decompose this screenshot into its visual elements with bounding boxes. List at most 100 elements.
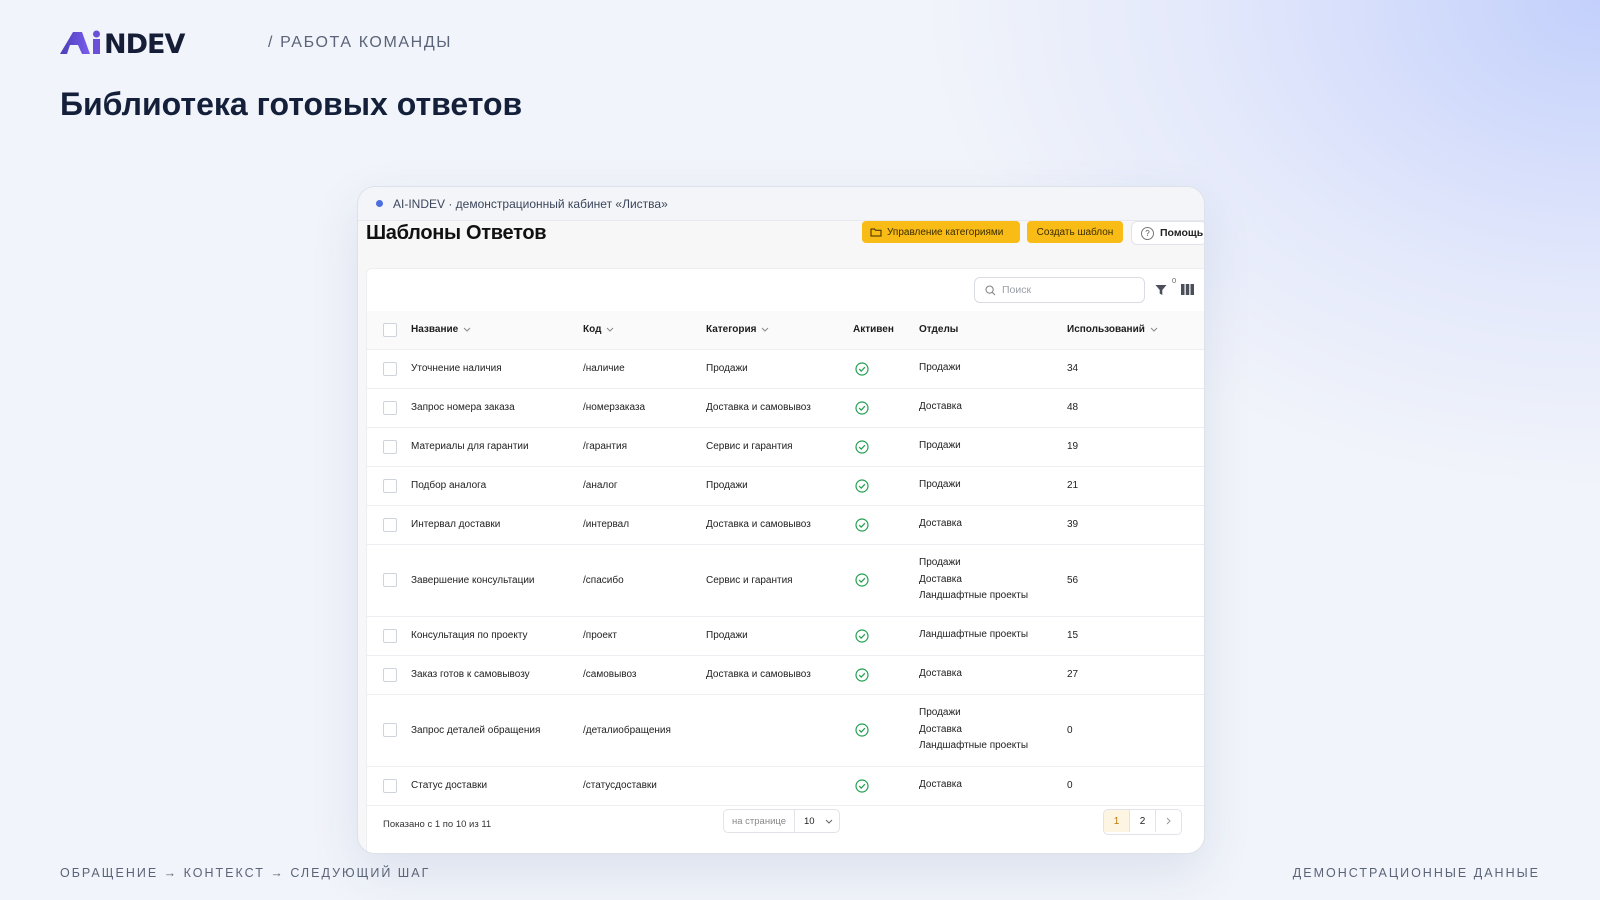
help-label: Помощь: [1160, 227, 1204, 239]
template-name: Статус доставки: [411, 766, 583, 806]
department-label: Доставка: [919, 668, 962, 680]
template-departments: Продажи: [919, 466, 1067, 506]
row-checkbox[interactable]: [383, 778, 397, 793]
sort-chevron-icon: [1150, 327, 1158, 332]
select-all-checkbox[interactable]: [383, 322, 397, 337]
active-check-icon: [855, 361, 869, 376]
columns-icon[interactable]: [1181, 284, 1194, 295]
templates-card: Поиск 0 Название Код Категория Активен О…: [366, 268, 1204, 853]
template-category: Продажи: [706, 466, 853, 506]
next-page-button[interactable]: [1156, 810, 1181, 832]
template-code: /наличие: [583, 349, 706, 389]
template-category: Продажи: [706, 616, 853, 656]
row-checkbox[interactable]: [383, 439, 397, 454]
page-size-value: 10: [804, 815, 815, 827]
template-category: Доставка и самовывоз: [706, 505, 853, 545]
column-header-active: Активен: [853, 311, 919, 350]
row-checkbox[interactable]: [383, 628, 397, 643]
active-check-icon: [855, 667, 869, 682]
page-title: Библиотека готовых ответов: [60, 86, 523, 122]
template-name: Заказ готов к самовывозу: [411, 655, 583, 695]
search-placeholder: Поиск: [1002, 284, 1032, 296]
template-departments: Доставка: [919, 388, 1067, 428]
template-name: Уточнение наличия: [411, 349, 583, 389]
table-row[interactable]: Заказ готов к самовывозу/самовывоз Достав…: [367, 655, 1204, 695]
template-category: Доставка и самовывоз: [706, 388, 853, 428]
template-departments: Продажи Доставка Ландшафтные проекты: [919, 544, 1067, 617]
page-size-select[interactable]: на странице 10: [723, 809, 840, 833]
filter-count-badge: 0: [1172, 276, 1177, 285]
app-title: Шаблоны Ответов: [366, 222, 547, 244]
template-departments: Доставка: [919, 655, 1067, 695]
template-category: [706, 694, 853, 767]
table-row[interactable]: Статус доставки/статусдоставки Доставка 0: [367, 766, 1204, 806]
search-input[interactable]: Поиск: [974, 277, 1145, 303]
template-name: Подбор аналога: [411, 466, 583, 506]
table-row[interactable]: Консультация по проекту/проект Продажи Лан…: [367, 616, 1204, 656]
active-check-icon: [855, 778, 869, 793]
template-name: Интервал доставки: [411, 505, 583, 545]
department-label: Продажи: [919, 557, 961, 569]
table-row[interactable]: Запрос номера заказа/номерзаказа Доставка…: [367, 388, 1204, 428]
template-usages: 0: [1067, 694, 1204, 767]
row-checkbox[interactable]: [383, 517, 397, 532]
folder-icon: [870, 228, 882, 237]
department-label: Ландшафтные проекты: [919, 629, 1029, 641]
template-name: Завершение консультации: [411, 544, 583, 617]
create-template-button[interactable]: Создать шаблон: [1027, 221, 1123, 243]
template-departments: Доставка: [919, 505, 1067, 545]
column-header-category[interactable]: Категория: [706, 311, 853, 350]
manage-categories-label: Управление категориями: [887, 226, 1004, 238]
page-button-1[interactable]: 1: [1104, 810, 1130, 832]
table-row[interactable]: Подбор аналога/аналог Продажи Продажи 21: [367, 466, 1204, 506]
template-departments: Продажи Доставка Ландшафтные проекты: [919, 694, 1067, 767]
footer-flow: ОБРАЩЕНИЕ → КОНТЕКСТ → СЛЕДУЮЩИЙ ШАГ: [60, 866, 431, 880]
active-check-icon: [855, 478, 869, 493]
page-button-2[interactable]: 2: [1130, 810, 1156, 832]
template-name: Консультация по проекту: [411, 616, 583, 656]
table-row[interactable]: Материалы для гарантии/гарантия Сервис и …: [367, 427, 1204, 467]
template-code: /проект: [583, 616, 706, 656]
template-departments: Ландшафтные проекты: [919, 616, 1067, 656]
sort-chevron-icon: [463, 327, 471, 332]
row-checkbox[interactable]: [383, 667, 397, 682]
help-button[interactable]: ? Помощь: [1131, 221, 1204, 245]
row-checkbox[interactable]: [383, 361, 397, 376]
page-size-label: на странице: [724, 810, 796, 832]
column-header-usages[interactable]: Использований: [1067, 311, 1204, 350]
department-label: Доставка: [919, 723, 962, 735]
table-row[interactable]: Интервал доставки/интервал Доставка и сам…: [367, 505, 1204, 545]
department-label: Доставка: [919, 401, 962, 413]
section-breadcrumb: / РАБОТА КОМАНДЫ: [268, 34, 453, 51]
row-checkbox[interactable]: [383, 573, 397, 587]
table-row[interactable]: Завершение консультации/спасибо Сервис и …: [367, 544, 1204, 617]
filter-icon[interactable]: [1155, 284, 1167, 296]
active-check-icon: [855, 439, 869, 454]
chevron-down-icon: [825, 819, 832, 824]
template-usages: 19: [1067, 427, 1204, 467]
active-check-icon: [855, 573, 869, 587]
manage-categories-button[interactable]: Управление категориями: [862, 221, 1020, 243]
template-usages: 48: [1067, 388, 1204, 428]
template-code: /спасибо: [583, 544, 706, 617]
column-header-code[interactable]: Код: [583, 311, 706, 350]
template-category: Доставка и самовывоз: [706, 655, 853, 695]
template-category: [706, 766, 853, 806]
column-header-departments: Отделы: [919, 311, 1067, 350]
department-label: Доставка: [919, 518, 962, 530]
department-label: Доставка: [919, 779, 962, 791]
window-titlebar: AI-INDEV · демонстрационный кабинет «Лис…: [358, 187, 1204, 221]
template-departments: Доставка: [919, 766, 1067, 806]
column-header-name[interactable]: Название: [411, 311, 583, 350]
template-category: Сервис и гарантия: [706, 427, 853, 467]
table-row[interactable]: Запрос деталей обращения/деталиобращения…: [367, 694, 1204, 767]
chevron-right-icon: [1166, 817, 1171, 825]
template-category: Продажи: [706, 349, 853, 389]
row-checkbox[interactable]: [383, 400, 397, 415]
table-row[interactable]: Уточнение наличия/наличие Продажи Продажи 3…: [367, 349, 1204, 389]
row-checkbox[interactable]: [383, 478, 397, 493]
row-checkbox[interactable]: [383, 723, 397, 737]
status-dot-icon: [376, 200, 383, 207]
footer-note: ДЕМОНСТРАЦИОННЫЕ ДАННЫЕ: [1292, 866, 1540, 880]
template-usages: 27: [1067, 655, 1204, 695]
